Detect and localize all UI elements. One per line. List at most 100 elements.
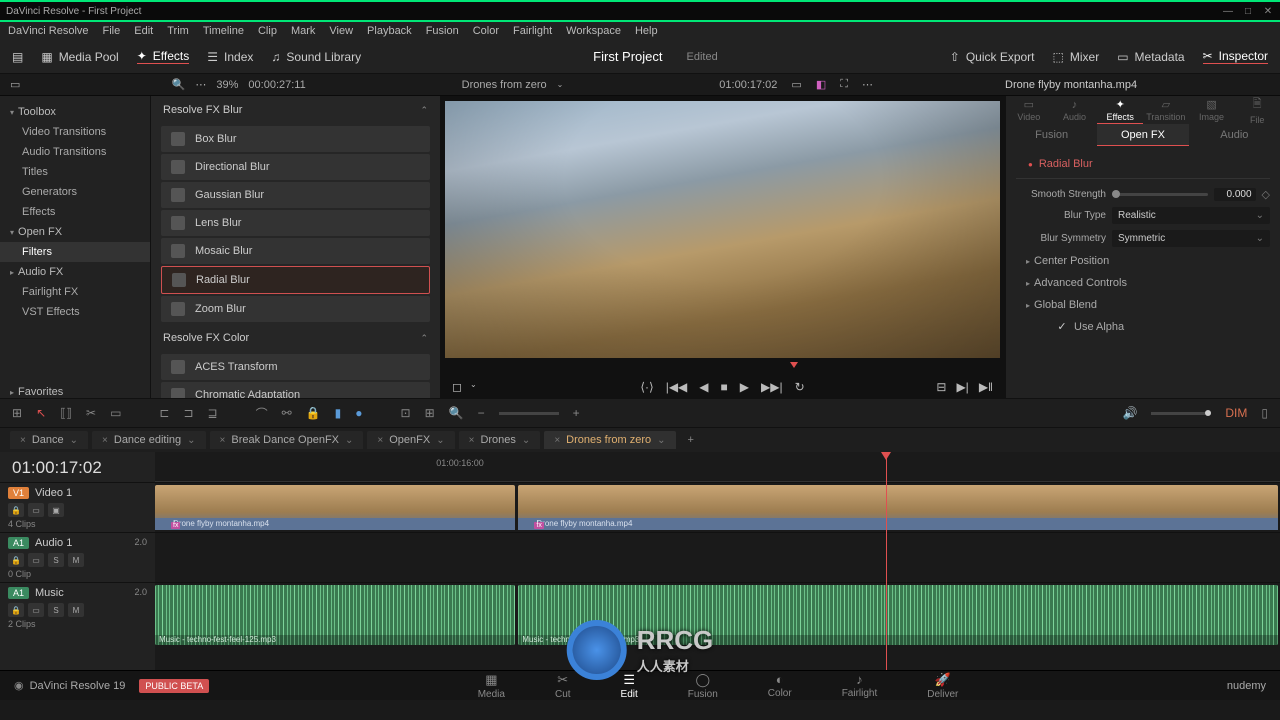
snap-icon[interactable]: ⌒ [256,405,268,422]
zoom-in-icon[interactable]: + [573,406,580,420]
menu-edit[interactable]: Edit [134,25,153,37]
timeline-tab[interactable]: ×Dance⌄ [10,431,88,449]
media-pool-button[interactable]: ▦Media Pool [41,50,118,64]
menu-color[interactable]: Color [473,25,499,37]
lock-icon[interactable]: 🔒 [8,553,24,567]
quick-export-button[interactable]: ⇧Quick Export [950,50,1035,64]
insp-tab-video[interactable]: ▭Video [1006,96,1052,124]
timeline-tab[interactable]: ×Break Dance OpenFX⌄ [210,431,364,449]
insert-clip-icon[interactable]: ⊏ [159,406,169,420]
fx-directional-blur[interactable]: Directional Blur [161,154,430,180]
effects-button[interactable]: ✦Effects [137,49,190,64]
track-head-a1[interactable]: A1Audio 1 2.0 🔒▭SM 0 Clip [0,532,155,582]
insp-sub-openfx[interactable]: Open FX [1097,124,1188,146]
fx-group-color[interactable]: Resolve FX Color⌃ [151,324,440,352]
panel-toggle-icon[interactable]: ▤ [12,50,23,64]
mute-icon[interactable]: 🔊 [1122,406,1137,420]
fx-aces-transform[interactable]: ACES Transform [161,354,430,380]
nav-audiofx[interactable]: Audio FX [0,262,150,282]
nav-titles[interactable]: Titles [0,162,150,182]
page-color[interactable]: ◐Color [768,672,792,700]
viewer-clip-name[interactable]: Drones from zero [462,79,547,91]
insp-tab-effects[interactable]: ✦Effects [1097,96,1143,124]
arm-icon[interactable]: ▭ [28,553,44,567]
track-head-v1[interactable]: V1Video 1 🔒▭▣ 4 Clips [0,482,155,532]
match-frame-icon[interactable]: ⊟ [936,380,946,394]
chevron-down-icon[interactable]: ⌄ [470,380,477,394]
insp-section-blend[interactable]: Global Blend [1016,294,1270,316]
page-deliver[interactable]: 🚀Deliver [927,672,958,700]
menu-mark[interactable]: Mark [291,25,315,37]
menu-help[interactable]: Help [635,25,658,37]
insp-tab-image[interactable]: ▧Image [1189,96,1235,124]
insp-section-advanced[interactable]: Advanced Controls [1016,272,1270,294]
last-icon[interactable]: ▶‖ [979,380,993,394]
smooth-strength-value[interactable]: 0.000 [1214,188,1256,201]
timeline-view-options-icon[interactable]: ⊞ [12,406,22,420]
timeline-tab[interactable]: ×Dance editing⌄ [92,431,206,449]
blade-tool-icon[interactable]: ✂ [86,406,96,420]
nav-audio-transitions[interactable]: Audio Transitions [0,142,150,162]
nav-generators[interactable]: Generators [0,182,150,202]
fx-group-blur[interactable]: Resolve FX Blur⌃ [151,96,440,124]
nav-vst-effects[interactable]: VST Effects [0,302,150,322]
flag-icon[interactable]: ▮ [335,406,342,420]
menu-fairlight[interactable]: Fairlight [513,25,552,37]
prev-edit-icon[interactable]: ⟨·⟩ [640,380,653,394]
minimize-icon[interactable]: — [1222,5,1234,17]
timeline-body[interactable]: 01:00:16:00 fxDrone flyby montanha.mp4 f… [155,452,1280,670]
close-icon[interactable]: ✕ [1262,5,1274,17]
volume-slider[interactable] [1151,412,1211,415]
maximize-icon[interactable]: □ [1242,5,1254,17]
timeline-tab[interactable]: ×OpenFX⌄ [367,431,454,449]
video-clip[interactable]: fxDrone flyby montanha.mp4 [155,485,515,530]
insp-tab-file[interactable]: 🗎File [1234,96,1280,124]
audio-track-1[interactable] [155,532,1280,582]
lock-icon[interactable]: 🔒 [306,406,321,420]
a1-badge[interactable]: A1 [8,537,29,549]
selection-tool-icon[interactable]: ↖ [36,406,46,420]
mute-button[interactable]: M [68,603,84,617]
mute-button[interactable]: M [68,553,84,567]
v1-badge[interactable]: V1 [8,487,29,499]
dim-button[interactable]: DIM [1225,406,1247,420]
close-icon[interactable]: × [554,435,560,446]
go-start-icon[interactable]: |◀◀ [666,380,688,394]
more-icon[interactable]: ⋯ [862,78,873,91]
nav-toolbox[interactable]: Toolbox [0,102,150,122]
nav-video-transitions[interactable]: Video Transitions [0,122,150,142]
search-icon[interactable]: 🔍 [172,78,186,91]
page-media[interactable]: ▦Media [478,672,505,700]
menu-clip[interactable]: Clip [258,25,277,37]
zoom-detail-icon[interactable]: ⊞ [425,406,435,420]
timeline-ruler[interactable]: 01:00:16:00 [155,452,1280,482]
close-icon[interactable]: × [102,435,108,446]
nav-effects[interactable]: Effects [0,202,150,222]
fx-box-blur[interactable]: Box Blur [161,126,430,152]
menu-trim[interactable]: Trim [167,25,189,37]
viewer-image[interactable] [445,101,1000,358]
visible-icon[interactable]: ▣ [48,503,64,517]
blur-symmetry-select[interactable]: Symmetric [1112,230,1270,247]
replace-clip-icon[interactable]: ⊒ [208,406,218,420]
zoom-out-icon[interactable]: − [478,406,485,420]
sound-library-button[interactable]: ♫Sound Library [271,50,361,64]
nav-openfx[interactable]: Open FX [0,222,150,242]
keyframe-icon[interactable]: ◇ [1262,188,1270,201]
add-timeline-button[interactable]: + [680,431,702,449]
play-icon[interactable]: ▶ [740,380,749,394]
close-icon[interactable]: × [469,435,475,446]
solo-button[interactable]: S [48,603,64,617]
link-icon[interactable]: ⚯ [282,406,292,420]
fx-mosaic-blur[interactable]: Mosaic Blur [161,238,430,264]
insp-fx-name[interactable]: Radial Blur [1016,154,1270,179]
step-fwd-icon[interactable]: ▶▶| [761,380,783,394]
insp-sub-audio[interactable]: Audio [1189,124,1280,146]
nav-favorites[interactable]: Favorites [0,382,150,398]
close-icon[interactable]: × [20,435,26,446]
timeline-timecode[interactable]: 01:00:17:02 [0,452,155,482]
blur-type-select[interactable]: Realistic [1112,207,1270,224]
lock-icon[interactable]: 🔒 [8,603,24,617]
mixer-button[interactable]: ⬚Mixer [1053,50,1100,64]
menu-timeline[interactable]: Timeline [203,25,244,37]
